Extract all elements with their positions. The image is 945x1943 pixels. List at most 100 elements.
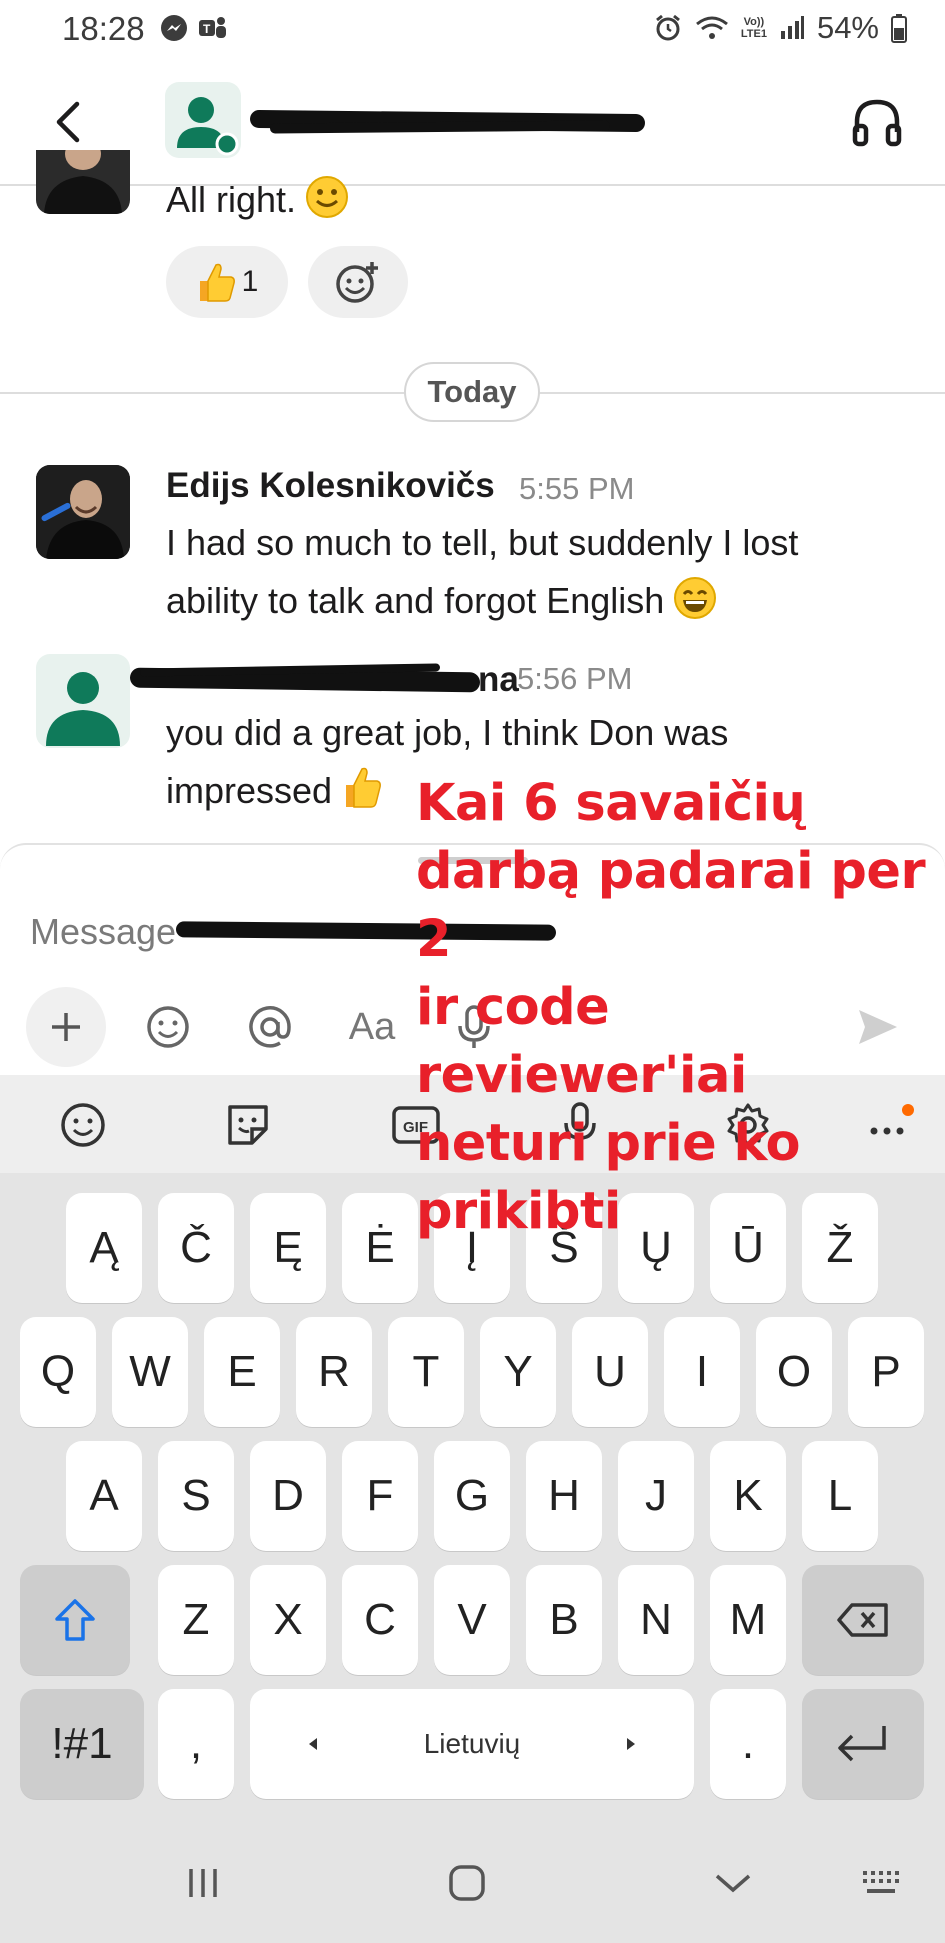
smiley-icon (147, 1006, 189, 1048)
message-author[interactable]: Edijs Kolesnikovičs (166, 466, 495, 506)
key-lt-e-ogonek[interactable]: Ę (250, 1193, 326, 1303)
conversation-header (0, 62, 945, 186)
meme-caption: Kai 6 savaičių darbą padarai per 2 ir co… (416, 774, 926, 1241)
message-body: I had so much to tell, but suddenly I lo… (166, 522, 799, 621)
keyboard-switch-button[interactable] (848, 1855, 918, 1911)
keyboard-emoji-button[interactable] (55, 1097, 111, 1153)
message-timestamp: 5:55 PM (519, 471, 635, 506)
keyboard-sticker-button[interactable] (220, 1097, 276, 1153)
edijs-avatar[interactable] (36, 465, 130, 559)
add-reaction-button[interactable] (308, 246, 408, 318)
mention-button[interactable] (230, 987, 310, 1067)
hide-keyboard-button[interactable] (698, 1855, 768, 1911)
key-d[interactable]: D (250, 1441, 326, 1551)
key-k[interactable]: K (710, 1441, 786, 1551)
key-r[interactable]: R (296, 1317, 372, 1427)
key-h[interactable]: H (526, 1441, 602, 1551)
sticker-icon (228, 1105, 268, 1145)
previous-message-text: All right. (166, 176, 349, 221)
key-b[interactable]: B (526, 1565, 602, 1675)
key-t[interactable]: T (388, 1317, 464, 1427)
status-right: Vo)) LTE1 54% (653, 10, 907, 46)
headphones-icon (852, 99, 902, 147)
key-l[interactable]: L (802, 1441, 878, 1551)
back-icon (56, 101, 80, 143)
home-icon (449, 1865, 485, 1901)
key-c[interactable]: C (342, 1565, 418, 1675)
key-a[interactable]: A (66, 1441, 142, 1551)
key-j[interactable]: J (618, 1441, 694, 1551)
attach-button[interactable] (26, 987, 106, 1067)
key-lt-e-dot[interactable]: Ė (342, 1193, 418, 1303)
person-photo (36, 465, 130, 559)
period-key[interactable]: . (710, 1689, 786, 1799)
battery-percent: 54% (816, 10, 879, 45)
contact-avatar[interactable] (165, 82, 241, 158)
network-type: Vo)) LTE1 (740, 16, 767, 40)
back-button[interactable] (46, 94, 90, 150)
key-v[interactable]: V (434, 1565, 510, 1675)
key-f[interactable]: F (342, 1441, 418, 1551)
keyboard: Ą Č Ę Ė Į Š Ų Ū Ž Q W E R T Y U I O P A … (0, 1173, 945, 1819)
alarm-icon (655, 14, 680, 41)
day-divider-label[interactable]: Today (404, 362, 540, 422)
sender-avatar[interactable] (36, 654, 130, 748)
formatting-button[interactable]: Aa (332, 987, 412, 1067)
status-time: 18:28 (62, 10, 145, 47)
key-w[interactable]: W (112, 1317, 188, 1427)
key-e[interactable]: E (204, 1317, 280, 1427)
key-g[interactable]: G (434, 1441, 510, 1551)
reaction-thumbs-up[interactable]: 1 (166, 246, 288, 318)
key-n[interactable]: N (618, 1565, 694, 1675)
home-button[interactable] (432, 1855, 502, 1911)
key-x[interactable]: X (250, 1565, 326, 1675)
keyboard-icon (863, 1871, 899, 1893)
symbols-key[interactable]: !#1 (20, 1689, 144, 1799)
enter-key[interactable] (802, 1689, 924, 1799)
person-photo (44, 150, 122, 214)
huddle-button[interactable] (849, 94, 905, 150)
key-m[interactable]: M (710, 1565, 786, 1675)
key-y[interactable]: Y (480, 1317, 556, 1427)
notification-icons: T (160, 14, 228, 42)
recent-apps-button[interactable] (168, 1855, 238, 1911)
teams-icon: T (199, 17, 226, 38)
key-s[interactable]: S (158, 1441, 234, 1551)
key-z[interactable]: Z (158, 1565, 234, 1675)
previous-author-avatar[interactable] (36, 150, 130, 214)
sender-name-redacted[interactable]: na (129, 658, 519, 699)
plus-icon (52, 1013, 80, 1041)
left-arrow-icon (309, 1738, 317, 1750)
contact-name-redacted[interactable] (249, 102, 650, 138)
backspace-icon (837, 1603, 888, 1637)
enter-icon (838, 1726, 886, 1762)
space-key[interactable]: Lietuvių (250, 1689, 694, 1799)
emoji-button[interactable] (128, 987, 208, 1067)
key-q[interactable]: Q (20, 1317, 96, 1427)
comma-key[interactable]: , (158, 1689, 234, 1799)
reaction-count: 1 (241, 265, 259, 298)
add-reaction-icon (336, 262, 378, 303)
smiling-face-emoji-icon (306, 176, 349, 218)
grinning-face-emoji-icon (674, 577, 717, 619)
thumbs-up-emoji-icon (346, 767, 382, 808)
message-timestamp: 5:56 PM (517, 661, 633, 696)
key-lt-c[interactable]: Č (158, 1193, 234, 1303)
recent-apps-icon (189, 1869, 217, 1897)
key-u[interactable]: U (572, 1317, 648, 1427)
backspace-key[interactable] (802, 1565, 924, 1675)
user-silhouette-icon (46, 672, 120, 746)
key-i[interactable]: I (664, 1317, 740, 1427)
messenger-icon (161, 15, 187, 41)
smiley-icon (61, 1103, 105, 1147)
key-lt-a[interactable]: Ą (66, 1193, 142, 1303)
signal-icon (780, 16, 804, 39)
chevron-down-icon (715, 1874, 751, 1893)
right-arrow-icon (627, 1738, 635, 1750)
svg-text:T: T (203, 22, 211, 36)
shift-key[interactable] (20, 1565, 130, 1675)
key-p[interactable]: P (848, 1317, 924, 1427)
system-nav-bar (0, 1819, 945, 1943)
at-sign-icon (249, 1006, 291, 1048)
key-o[interactable]: O (756, 1317, 832, 1427)
